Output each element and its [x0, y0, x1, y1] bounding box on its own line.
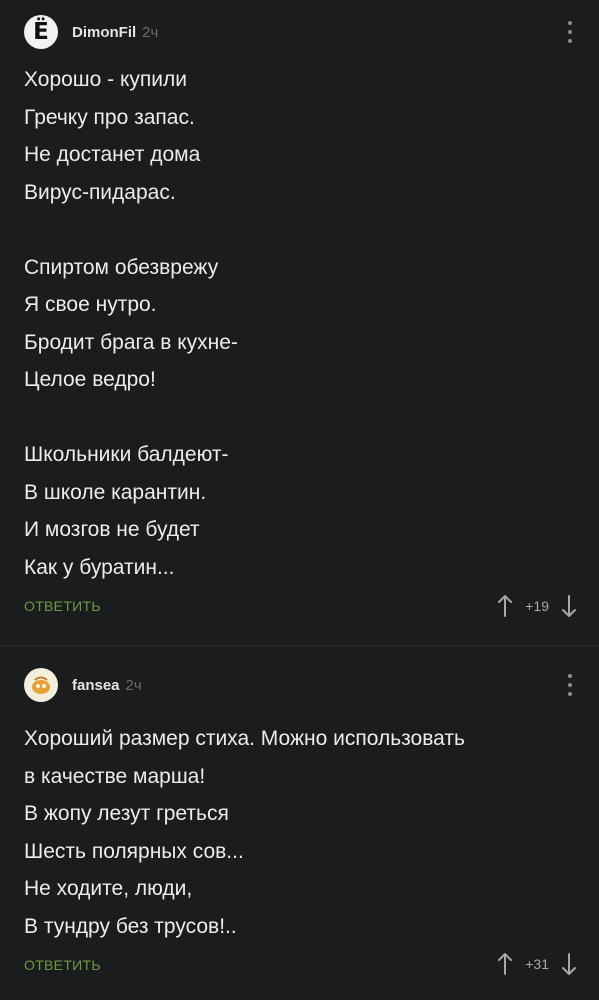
more-vertical-icon[interactable]	[567, 674, 573, 696]
rating-controls: +31	[497, 952, 577, 976]
reply-button[interactable]: ОТВЕТИТЬ	[24, 957, 101, 973]
arrow-down-icon[interactable]	[561, 594, 577, 618]
arrow-up-icon[interactable]	[497, 594, 513, 618]
timestamp: 2ч	[142, 23, 159, 41]
comment: fansea 2ч Хороший размер стиха. Можно ис…	[0, 646, 599, 1000]
comment: Ё DimonFil 2ч Хорошо - купили Гречку про…	[0, 0, 599, 645]
arrow-down-icon[interactable]	[561, 952, 577, 976]
rating-controls: +19	[497, 594, 577, 618]
arrow-up-icon[interactable]	[497, 952, 513, 976]
avatar-image	[32, 676, 50, 694]
avatar-letter: Ё	[33, 19, 49, 45]
more-vertical-icon[interactable]	[567, 21, 573, 43]
username[interactable]: DimonFil	[72, 24, 136, 41]
avatar[interactable]: Ё	[24, 15, 58, 49]
comment-header: fansea 2ч	[24, 668, 142, 702]
rating-count: +19	[525, 598, 549, 614]
timestamp: 2ч	[125, 676, 142, 694]
username[interactable]: fansea	[72, 677, 120, 694]
comment-header: Ё DimonFil 2ч	[24, 15, 158, 49]
avatar[interactable]	[24, 668, 58, 702]
rating-count: +31	[525, 956, 549, 972]
comment-text: Хороший размер стиха. Можно использовать…	[24, 727, 465, 938]
reply-button[interactable]: ОТВЕТИТЬ	[24, 598, 101, 614]
comment-text: Хорошо - купили Гречку про запас. Не дос…	[24, 68, 238, 579]
